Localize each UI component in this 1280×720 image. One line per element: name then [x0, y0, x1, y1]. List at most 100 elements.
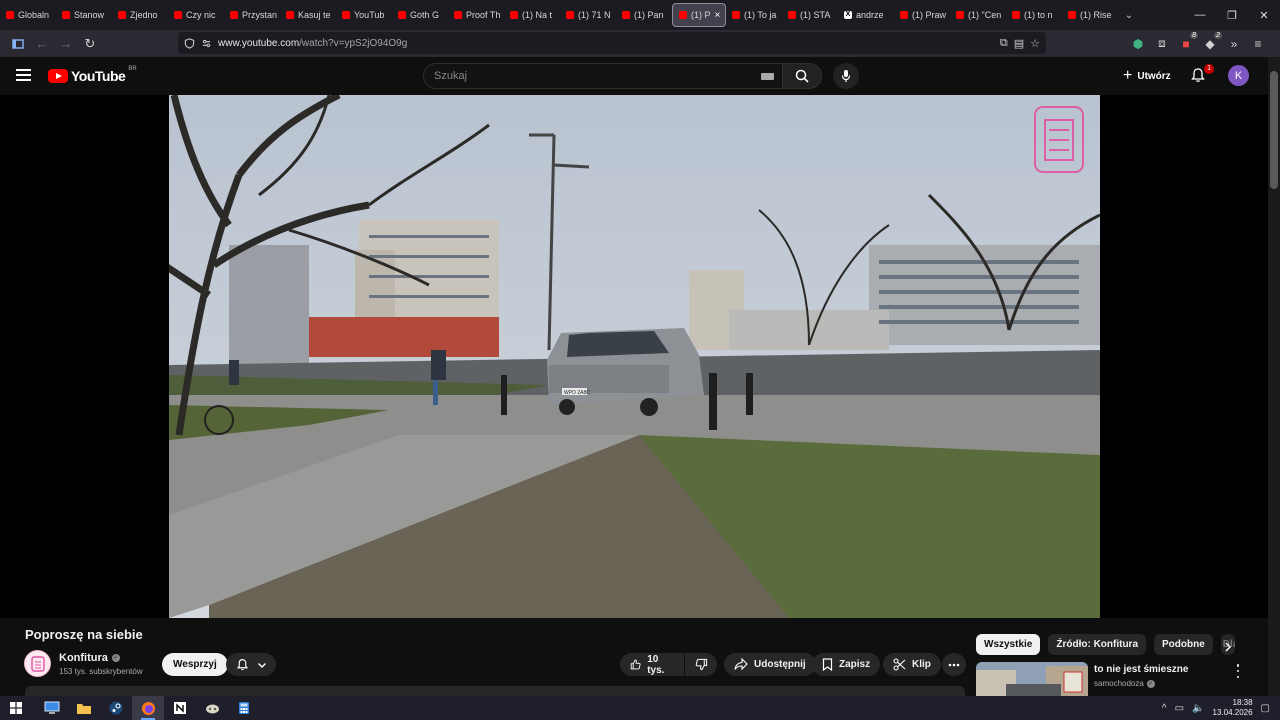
channel-name-text[interactable]: Konfitura: [59, 652, 108, 664]
browser-tab[interactable]: (1) To ja: [726, 3, 782, 27]
address-bar[interactable]: www.youtube.com/watch?v=ypS2jO94O9g ⧉ ▤ …: [178, 32, 1046, 54]
page-scrollbar[interactable]: [1268, 57, 1280, 696]
browser-tab[interactable]: (1) to n: [1006, 3, 1062, 27]
sidebar-toggle-icon[interactable]: [6, 32, 30, 56]
browser-tab[interactable]: (1) Praw: [894, 3, 950, 27]
browser-tab[interactable]: Proof Th: [448, 3, 504, 27]
scrollbar-thumb[interactable]: [1270, 71, 1278, 189]
restore-button[interactable]: ❐: [1216, 0, 1248, 30]
youtube-favicon-icon: [956, 11, 964, 19]
chip-similar[interactable]: Podobne: [1154, 634, 1213, 655]
dislike-button[interactable]: [685, 653, 717, 676]
description-box[interactable]: [25, 686, 965, 696]
extension-badge: 8: [1190, 31, 1198, 39]
extension-gray-icon[interactable]: ◆ 2: [1202, 31, 1222, 51]
back-button[interactable]: ←: [30, 32, 54, 56]
notion-icon[interactable]: [164, 696, 196, 720]
save-button[interactable]: Zapisz: [812, 653, 881, 676]
browser-tab[interactable]: Xandrze: [838, 3, 894, 27]
calculator-icon[interactable]: [228, 696, 260, 720]
browser-tab[interactable]: Zjedno: [112, 3, 168, 27]
minimize-button[interactable]: —: [1184, 0, 1216, 30]
recommendation-channel-name[interactable]: samochodoza: [1094, 679, 1144, 688]
browser-toolbar: ← → ↻ www.youtube.com/watch?v=ypS2jO94O9…: [0, 30, 1280, 57]
extension-red-icon[interactable]: ■ 8: [1178, 31, 1198, 51]
search-input[interactable]: Szukaj: [423, 63, 783, 89]
site-permissions-icon[interactable]: [201, 38, 212, 49]
recommendation-title[interactable]: to nie jest śmieszne: [1094, 664, 1188, 675]
browser-tab[interactable]: Goth G: [392, 3, 448, 27]
share-button[interactable]: Udostępnij: [724, 653, 816, 676]
chips-next-button[interactable]: [1220, 639, 1236, 655]
browser-tab[interactable]: YouTub: [336, 3, 392, 27]
file-explorer-icon[interactable]: [68, 696, 100, 720]
channel-avatar[interactable]: [24, 650, 51, 677]
youtube-favicon-icon: [230, 11, 238, 19]
notification-center-icon[interactable]: ▢: [1261, 703, 1270, 714]
guide-menu-icon[interactable]: [16, 69, 31, 81]
browser-tab[interactable]: (1) STA: [782, 3, 838, 27]
verified-icon: ✓: [1146, 679, 1155, 688]
reload-button[interactable]: ↻: [78, 32, 102, 56]
picture-in-picture-icon[interactable]: ⧉: [1000, 37, 1008, 50]
channel-name[interactable]: Konfitura ✓: [59, 652, 120, 664]
tray-expand-icon[interactable]: ^: [1162, 703, 1167, 714]
overflow-menu-icon[interactable]: »: [1226, 37, 1242, 51]
extension-shield-icon[interactable]: ⬢: [1130, 37, 1146, 51]
extension-badge: 2: [1214, 31, 1222, 39]
youtube-favicon-icon: [62, 11, 70, 19]
account-avatar[interactable]: K: [1228, 65, 1249, 86]
taskbar-monitor-app-icon[interactable]: [36, 696, 68, 720]
recommendation-menu-button[interactable]: [1234, 664, 1242, 678]
subscription-bell-button[interactable]: [226, 653, 276, 676]
youtube-logo[interactable]: YouTube BR: [48, 66, 137, 84]
recommendation-channel[interactable]: samochodoza ✓: [1094, 679, 1155, 688]
shield-icon[interactable]: [184, 37, 195, 49]
video-frame[interactable]: WPO 2A8C: [169, 95, 1100, 618]
close-window-button[interactable]: ✕: [1248, 0, 1280, 30]
game-launcher-icon[interactable]: [196, 696, 228, 720]
browser-tab[interactable]: (1) 71 N: [560, 3, 616, 27]
browser-tab[interactable]: (1) Rise: [1062, 3, 1118, 27]
keyboard-icon[interactable]: [761, 72, 774, 80]
chip-all[interactable]: Wszystkie: [976, 634, 1041, 655]
extensions-icon[interactable]: ⧈: [1154, 36, 1170, 51]
recommendation-thumbnail[interactable]: [976, 662, 1088, 696]
more-horizontal-icon: [948, 663, 960, 666]
browser-tab[interactable]: Kasuj te: [280, 3, 336, 27]
close-tab-icon[interactable]: ×: [715, 10, 721, 21]
browser-tab-label: (1) to n: [1024, 10, 1053, 20]
clip-button[interactable]: Klip: [883, 653, 941, 676]
browser-tab[interactable]: (1) Pan: [616, 3, 672, 27]
support-button[interactable]: Wesprzyj: [162, 653, 228, 676]
steam-icon[interactable]: [100, 696, 132, 720]
search-button[interactable]: [782, 63, 822, 89]
browser-tab[interactable]: Czy nic: [168, 3, 224, 27]
forward-button[interactable]: →: [54, 32, 78, 56]
browser-tab[interactable]: (1) P ×: [672, 3, 726, 27]
url-text[interactable]: www.youtube.com/watch?v=ypS2jO94O9g: [218, 38, 407, 49]
video-player[interactable]: WPO 2A8C: [0, 95, 1268, 618]
browser-tab-label: (1) Praw: [912, 10, 947, 20]
chip-source-channel[interactable]: Źródło: Konfitura: [1048, 634, 1147, 655]
volume-icon[interactable]: 🔈: [1192, 703, 1204, 714]
browser-tab[interactable]: (1) "Cen: [950, 3, 1006, 27]
app-menu-icon[interactable]: ≡: [1250, 37, 1266, 51]
list-all-tabs-button[interactable]: ⌄: [1118, 10, 1140, 21]
bookmark-star-icon[interactable]: ☆: [1030, 37, 1040, 50]
browser-tab[interactable]: Przystan: [224, 3, 280, 27]
clock[interactable]: 18:38 13.04.2026: [1213, 698, 1253, 718]
start-button[interactable]: [0, 696, 32, 720]
network-icon[interactable]: ▭: [1175, 703, 1184, 714]
browser-tab[interactable]: (1) Na t: [504, 3, 560, 27]
create-label: Utwórz: [1137, 70, 1171, 82]
browser-tab[interactable]: Stanow: [56, 3, 112, 27]
notifications-button[interactable]: 1: [1190, 64, 1214, 85]
create-button[interactable]: + Utwórz: [1115, 65, 1179, 87]
firefox-icon[interactable]: [132, 696, 164, 720]
reader-view-icon[interactable]: ▤: [1014, 37, 1024, 50]
browser-tab[interactable]: Globaln: [0, 3, 56, 27]
like-button[interactable]: 10 tys.: [620, 653, 684, 676]
more-actions-button[interactable]: [942, 653, 966, 676]
voice-search-button[interactable]: [833, 63, 859, 89]
